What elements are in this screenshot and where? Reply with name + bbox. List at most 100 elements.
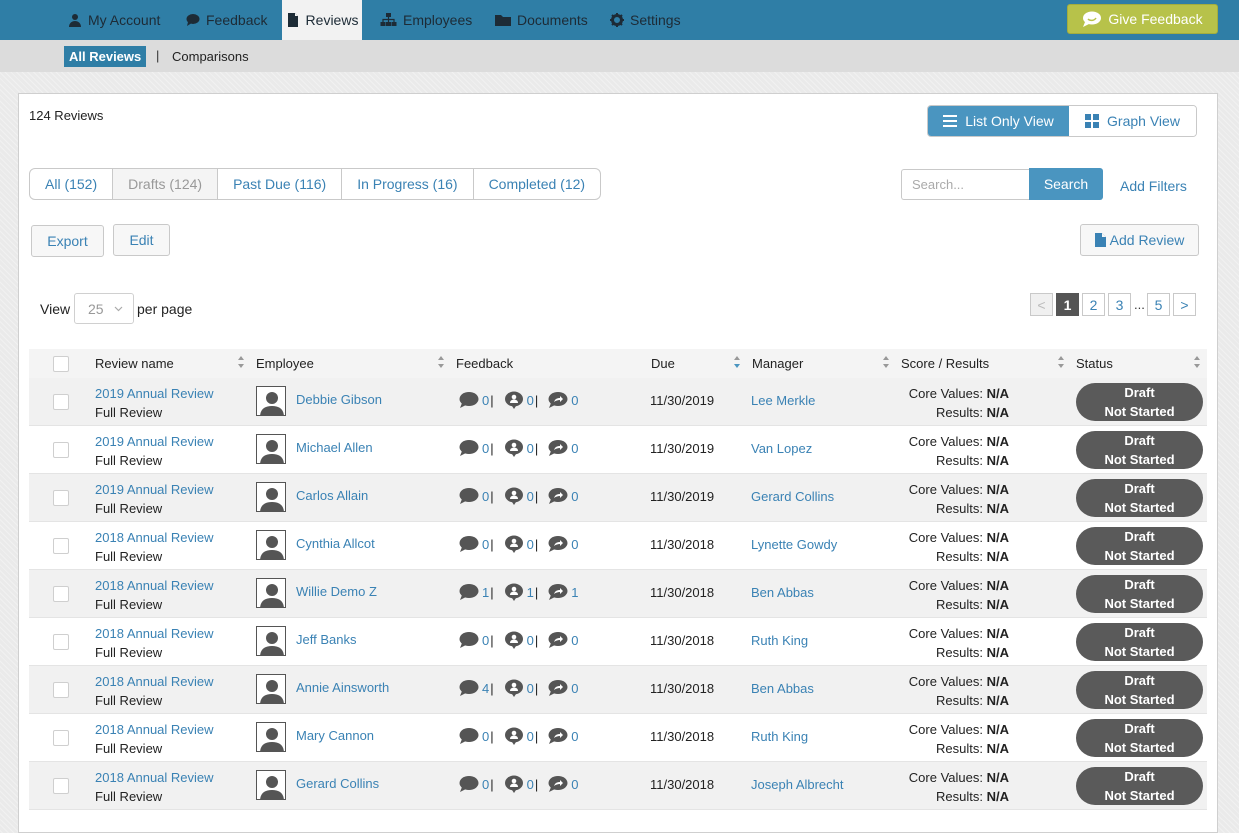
- review-name-link[interactable]: 2018 Annual Review: [95, 768, 214, 787]
- nav-employees[interactable]: Employees: [378, 0, 474, 40]
- comment-count[interactable]: 0: [482, 489, 489, 504]
- column-status[interactable]: Status: [1076, 356, 1113, 371]
- shared-count[interactable]: 0: [571, 393, 578, 408]
- shared-count[interactable]: 0: [571, 777, 578, 792]
- status-badge[interactable]: Draft Not Started: [1076, 767, 1203, 805]
- review-name-link[interactable]: 2019 Annual Review: [95, 480, 214, 499]
- shared-count[interactable]: 0: [571, 729, 578, 744]
- employee-link[interactable]: Cynthia Allcot: [296, 536, 375, 551]
- employee-link[interactable]: Gerard Collins: [296, 776, 379, 791]
- shared-count[interactable]: 0: [571, 537, 578, 552]
- review-name-link[interactable]: 2018 Annual Review: [95, 720, 214, 739]
- manager-link[interactable]: Van Lopez: [751, 441, 812, 456]
- column-review-name[interactable]: Review name: [95, 356, 174, 371]
- nav-settings[interactable]: Settings: [608, 0, 683, 40]
- nav-reviews[interactable]: Reviews: [282, 0, 362, 40]
- request-count[interactable]: 0: [527, 537, 534, 552]
- nav-feedback[interactable]: Feedback: [184, 0, 269, 40]
- add-filters-link[interactable]: Add Filters: [1120, 178, 1187, 194]
- shared-count[interactable]: 0: [571, 681, 578, 696]
- comment-count[interactable]: 0: [482, 729, 489, 744]
- sort-icon[interactable]: [1193, 355, 1201, 369]
- comment-count[interactable]: 1: [482, 585, 489, 600]
- row-checkbox[interactable]: [53, 778, 69, 794]
- row-checkbox[interactable]: [53, 538, 69, 554]
- employee-link[interactable]: Mary Cannon: [296, 728, 374, 743]
- comment-count[interactable]: 0: [482, 633, 489, 648]
- status-badge[interactable]: Draft Not Started: [1076, 479, 1203, 517]
- status-badge[interactable]: Draft Not Started: [1076, 383, 1203, 421]
- review-name-link[interactable]: 2018 Annual Review: [95, 576, 214, 595]
- page-1-button[interactable]: 1: [1056, 293, 1079, 316]
- row-checkbox[interactable]: [53, 490, 69, 506]
- employee-link[interactable]: Jeff Banks: [296, 632, 356, 647]
- status-badge[interactable]: Draft Not Started: [1076, 431, 1203, 469]
- manager-link[interactable]: Gerard Collins: [751, 489, 834, 504]
- manager-link[interactable]: Ruth King: [751, 729, 808, 744]
- request-count[interactable]: 0: [527, 681, 534, 696]
- status-badge[interactable]: Draft Not Started: [1076, 719, 1203, 757]
- review-name-link[interactable]: 2018 Annual Review: [95, 624, 214, 643]
- column-manager[interactable]: Manager: [752, 356, 803, 371]
- page-5-button[interactable]: 5: [1147, 293, 1170, 316]
- give-feedback-button[interactable]: Give Feedback: [1067, 4, 1218, 34]
- request-count[interactable]: 0: [527, 729, 534, 744]
- request-count[interactable]: 0: [527, 441, 534, 456]
- status-badge[interactable]: Draft Not Started: [1076, 527, 1203, 565]
- row-checkbox[interactable]: [53, 730, 69, 746]
- filter-tab-completed[interactable]: Completed (12): [474, 169, 600, 199]
- column-score[interactable]: Score / Results: [901, 356, 989, 371]
- review-name-link[interactable]: 2018 Annual Review: [95, 528, 214, 547]
- comment-count[interactable]: 0: [482, 777, 489, 792]
- review-name-link[interactable]: 2019 Annual Review: [95, 384, 214, 403]
- manager-link[interactable]: Lee Merkle: [751, 393, 815, 408]
- row-checkbox[interactable]: [53, 634, 69, 650]
- page-2-button[interactable]: 2: [1082, 293, 1105, 316]
- comment-count[interactable]: 0: [482, 393, 489, 408]
- employee-link[interactable]: Carlos Allain: [296, 488, 368, 503]
- export-button[interactable]: Export: [31, 225, 104, 257]
- row-checkbox[interactable]: [53, 682, 69, 698]
- request-count[interactable]: 1: [527, 585, 534, 600]
- select-all-checkbox[interactable]: [53, 356, 69, 372]
- employee-link[interactable]: Willie Demo Z: [296, 584, 377, 599]
- comment-count[interactable]: 0: [482, 441, 489, 456]
- row-checkbox[interactable]: [53, 394, 69, 410]
- shared-count[interactable]: 0: [571, 489, 578, 504]
- review-name-link[interactable]: 2019 Annual Review: [95, 432, 214, 451]
- shared-count[interactable]: 0: [571, 633, 578, 648]
- page-3-button[interactable]: 3: [1108, 293, 1131, 316]
- filter-tab-all[interactable]: All (152): [30, 169, 114, 199]
- add-review-button[interactable]: Add Review: [1080, 224, 1199, 256]
- status-badge[interactable]: Draft Not Started: [1076, 623, 1203, 661]
- shared-count[interactable]: 1: [571, 585, 578, 600]
- employee-link[interactable]: Michael Allen: [296, 440, 373, 455]
- search-button[interactable]: Search: [1029, 168, 1103, 200]
- nav-my-account[interactable]: My Account: [66, 0, 162, 40]
- sort-icon[interactable]: [733, 355, 741, 369]
- manager-link[interactable]: Lynette Gowdy: [751, 537, 837, 552]
- column-employee[interactable]: Employee: [256, 356, 314, 371]
- sort-icon[interactable]: [1057, 355, 1065, 369]
- search-input[interactable]: [901, 169, 1029, 200]
- list-only-view-button[interactable]: List Only View: [928, 106, 1069, 136]
- tab-comparisons[interactable]: Comparisons: [172, 49, 249, 64]
- manager-link[interactable]: Ben Abbas: [751, 681, 814, 696]
- manager-link[interactable]: Joseph Albrecht: [751, 777, 844, 792]
- graph-view-button[interactable]: Graph View: [1069, 106, 1196, 136]
- request-count[interactable]: 0: [527, 489, 534, 504]
- request-count[interactable]: 0: [527, 633, 534, 648]
- status-badge[interactable]: Draft Not Started: [1076, 671, 1203, 709]
- nav-documents[interactable]: Documents: [493, 0, 590, 40]
- sort-icon[interactable]: [882, 355, 890, 369]
- manager-link[interactable]: Ruth King: [751, 633, 808, 648]
- manager-link[interactable]: Ben Abbas: [751, 585, 814, 600]
- employee-link[interactable]: Annie Ainsworth: [296, 680, 389, 695]
- tab-all-reviews[interactable]: All Reviews: [64, 46, 147, 67]
- status-badge[interactable]: Draft Not Started: [1076, 575, 1203, 613]
- shared-count[interactable]: 0: [571, 441, 578, 456]
- column-due[interactable]: Due: [651, 356, 675, 371]
- row-checkbox[interactable]: [53, 586, 69, 602]
- employee-link[interactable]: Debbie Gibson: [296, 392, 382, 407]
- review-name-link[interactable]: 2018 Annual Review: [95, 672, 214, 691]
